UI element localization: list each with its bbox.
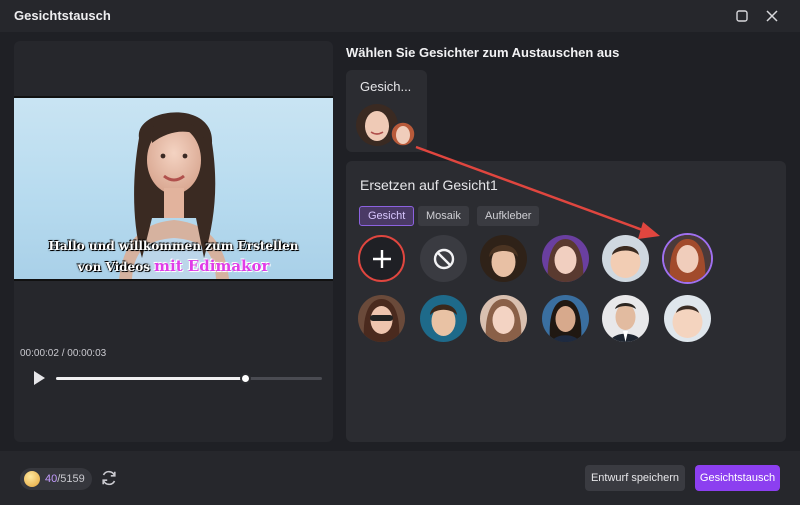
credits-total: /5159 — [57, 473, 85, 485]
face-option-7[interactable] — [480, 295, 527, 342]
face-option-2[interactable] — [542, 235, 589, 282]
replacement-face-thumbnail — [390, 121, 416, 147]
face-option-10[interactable] — [664, 295, 711, 342]
progress-thumb[interactable] — [239, 373, 251, 384]
no-face-button[interactable] — [420, 235, 467, 282]
refresh-button[interactable] — [100, 469, 118, 487]
face-option-1[interactable] — [480, 235, 527, 282]
face-swap-button[interactable]: Gesichtstausch — [695, 465, 780, 491]
face-option-6[interactable] — [420, 295, 467, 342]
subtitle-line-2: von Videos mit Edimakor — [14, 257, 333, 275]
play-button[interactable] — [32, 370, 46, 386]
detected-face-card[interactable]: Gesich... — [346, 70, 427, 152]
video-border-bottom — [14, 279, 333, 281]
face-option-4-selected[interactable] — [664, 235, 711, 282]
total-time: 00:00:03 — [67, 348, 107, 359]
prohibited-icon — [433, 248, 454, 269]
refresh-icon — [102, 470, 116, 486]
window-title: Gesichtstausch — [14, 8, 111, 23]
coin-icon — [24, 471, 40, 487]
close-button[interactable] — [762, 6, 782, 26]
timecode: 00:00:02 / 00:00:03 — [20, 348, 106, 359]
maximize-button[interactable] — [732, 6, 752, 26]
credits-used: 40 — [45, 473, 58, 485]
tab-mosaik[interactable]: Mosaik — [418, 206, 469, 226]
subtitle-line-2-start: von Videos — [77, 260, 155, 274]
replace-panel: Ersetzen auf Gesicht1 Gesicht Mosaik Auf… — [346, 161, 786, 442]
face-option-8[interactable] — [542, 295, 589, 342]
face-option-3[interactable] — [602, 235, 649, 282]
replace-title: Ersetzen auf Gesicht1 — [360, 177, 498, 193]
face-option-9[interactable] — [602, 295, 649, 342]
current-time: 00:00:02 — [20, 348, 59, 359]
credits-text: 40/5159 — [45, 473, 85, 485]
preview-panel: Hallo und willkommen zum Erstellen von V… — [14, 41, 333, 442]
maximize-icon — [736, 10, 748, 22]
save-draft-button[interactable]: Entwurf speichern — [585, 465, 685, 491]
add-face-button[interactable] — [358, 235, 405, 282]
play-icon — [34, 371, 45, 385]
tab-gesicht[interactable]: Gesicht — [359, 206, 415, 226]
plus-icon — [372, 249, 391, 268]
progress-fill — [56, 377, 245, 380]
title-bar — [0, 0, 800, 32]
face-card-label: Gesich... — [360, 79, 412, 94]
close-icon — [766, 10, 778, 22]
progress-track[interactable] — [56, 373, 322, 384]
face-option-5[interactable] — [358, 295, 405, 342]
credits-badge: 40/5159 — [20, 468, 92, 490]
faces-heading: Wählen Sie Gesichter zum Austauschen aus — [346, 45, 620, 60]
subtitle-line-1: Hallo und willkommen zum Erstellen — [48, 239, 299, 253]
subtitle-highlight: mit Edimakor — [154, 257, 270, 275]
tab-aufkleber[interactable]: Aufkleber — [477, 206, 540, 226]
